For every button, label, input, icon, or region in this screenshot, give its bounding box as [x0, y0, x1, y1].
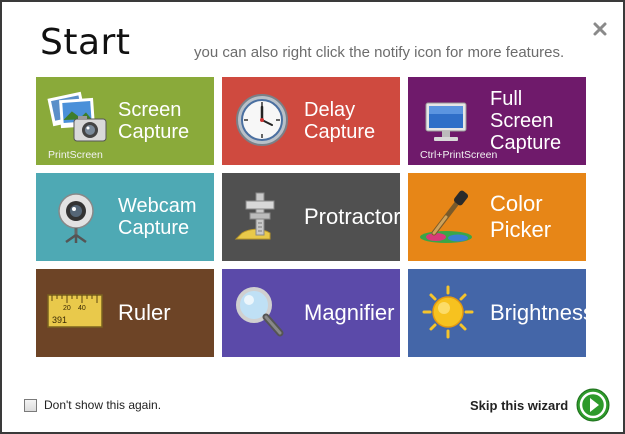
tile-label: Screen Capture: [118, 99, 190, 143]
ruler-tick-label: 40: [78, 305, 86, 312]
tile-label: Full Screen Capture: [490, 88, 562, 154]
monitor-icon: [416, 91, 480, 149]
page-title: Start: [40, 22, 131, 63]
tile-label: Protractor: [304, 204, 400, 229]
camera-photos-icon: [44, 91, 108, 149]
tile-magnifier[interactable]: Magnifier: [222, 269, 400, 357]
ruler-readout: 391: [52, 315, 67, 325]
close-icon[interactable]: [591, 20, 609, 38]
tile-brightness[interactable]: Brightness: [408, 269, 586, 357]
tile-delay-capture[interactable]: Delay Capture: [222, 77, 400, 165]
webcam-icon: [44, 187, 108, 245]
magnifier-icon: [230, 283, 294, 341]
dont-show-label[interactable]: Don't show this again.: [44, 398, 161, 412]
tile-label: Ruler: [118, 300, 171, 325]
tile-label: Delay Capture: [304, 99, 376, 143]
skip-wizard-link[interactable]: Skip this wizard: [470, 398, 568, 413]
clock-icon: [230, 91, 294, 149]
tile-protractor[interactable]: Protractor: [222, 173, 400, 261]
sun-icon: [416, 283, 480, 341]
tile-color-picker[interactable]: Color Picker: [408, 173, 586, 261]
shortcut-hint: Ctrl+PrintScreen: [420, 149, 498, 161]
play-arrow-icon: [576, 388, 610, 422]
ruler-icon: 20 40 391: [44, 283, 108, 341]
tile-full-screen-capture[interactable]: Full Screen Capture Ctrl+PrintScreen: [408, 77, 586, 165]
caliper-protractor-icon: [230, 187, 294, 245]
skip-wizard-button[interactable]: [576, 388, 610, 422]
ruler-tick-label: 20: [63, 305, 71, 312]
tile-label: Brightness: [490, 300, 586, 325]
dont-show-row: Don't show this again.: [24, 398, 161, 412]
tile-label: Webcam Capture: [118, 195, 197, 239]
start-wizard-window: Start you can also right click the notif…: [0, 0, 625, 434]
tool-grid: Screen Capture PrintScreen Delay Capture…: [36, 77, 587, 357]
shortcut-hint: PrintScreen: [48, 149, 103, 161]
hint-text: you can also right click the notify icon…: [194, 44, 565, 61]
tile-ruler[interactable]: 20 40 391 Ruler: [36, 269, 214, 357]
tile-label: Magnifier: [304, 300, 395, 325]
tile-webcam-capture[interactable]: Webcam Capture: [36, 173, 214, 261]
tile-label: Color Picker: [490, 191, 552, 242]
eyedropper-icon: [416, 187, 480, 245]
tile-screen-capture[interactable]: Screen Capture PrintScreen: [36, 77, 214, 165]
dont-show-checkbox[interactable]: [24, 398, 37, 412]
